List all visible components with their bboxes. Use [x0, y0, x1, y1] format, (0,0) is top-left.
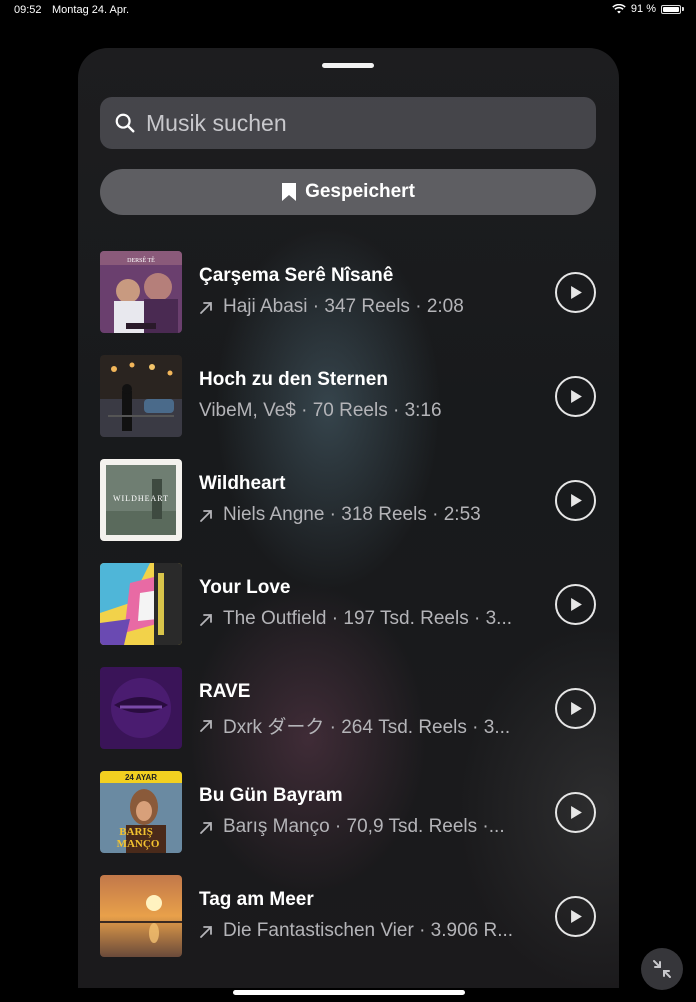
- track-meta-text: Niels Angne · 318 Reels · 2:53: [223, 504, 481, 525]
- collapse-button[interactable]: [641, 948, 683, 990]
- status-time: 09:52: [14, 4, 42, 16]
- play-icon: [571, 598, 582, 611]
- collapse-icon: [653, 960, 671, 978]
- cover-text: BARIŞ: [119, 826, 153, 838]
- bookmark-icon: [282, 183, 297, 201]
- album-cover: WILDHEART: [100, 459, 182, 541]
- music-sheet: Gespeichert DERSÊ TÊ Çarşema Serê Nîsanê…: [78, 48, 619, 988]
- track-item[interactable]: WILDHEART Wildheart Niels Angne · 318 Re…: [100, 459, 596, 543]
- track-item[interactable]: Your Love The Outfield · 197 Tsd. Reels …: [100, 563, 596, 647]
- play-icon: [571, 910, 582, 923]
- track-meta: VibeM, Ve$ · 70 Reels · 3:16: [199, 400, 539, 422]
- trending-arrow-icon: [200, 509, 212, 522]
- album-cover: 24 AYAR BARIŞ MANÇO: [100, 771, 182, 853]
- track-item[interactable]: DERSÊ TÊ Çarşema Serê Nîsanê Haji Abasi …: [100, 251, 596, 335]
- battery-icon: [661, 4, 681, 14]
- trending-arrow-icon: [200, 821, 212, 834]
- search-input[interactable]: [146, 109, 596, 137]
- track-title: Hoch zu den Sternen: [199, 369, 388, 390]
- track-title: Your Love: [199, 577, 291, 598]
- album-cover: DERSÊ TÊ: [100, 251, 182, 333]
- album-cover: [100, 667, 182, 749]
- track-meta-text: Dxrk ダーク · 264 Tsd. Reels · 3...: [223, 717, 511, 738]
- trending-arrow-icon: [200, 613, 212, 626]
- play-icon: [571, 702, 582, 715]
- track-meta: Haji Abasi · 347 Reels · 2:08: [199, 296, 539, 318]
- track-meta: Niels Angne · 318 Reels · 2:53: [199, 504, 539, 526]
- track-meta-text: The Outfield · 197 Tsd. Reels · 3...: [223, 608, 513, 629]
- play-button[interactable]: [555, 584, 596, 625]
- battery-nub: [682, 7, 684, 11]
- play-button[interactable]: [555, 272, 596, 313]
- track-meta-text: Barış Manço · 70,9 Tsd. Reels ·...: [223, 816, 505, 837]
- play-icon: [571, 806, 582, 819]
- home-indicator[interactable]: [233, 990, 465, 995]
- track-meta: Die Fantastischen Vier · 3.906 R...: [199, 920, 539, 942]
- album-cover: [100, 563, 182, 645]
- track-item[interactable]: 24 AYAR BARIŞ MANÇO Bu Gün Bayram Barış …: [100, 771, 596, 855]
- status-bar: 09:52 Montag 24. Apr. 91 %: [0, 0, 696, 20]
- search-bar[interactable]: [100, 97, 596, 149]
- track-meta-text: Haji Abasi · 347 Reels · 2:08: [223, 296, 464, 317]
- saved-label: Gespeichert: [305, 181, 415, 202]
- play-icon: [571, 494, 582, 507]
- trending-arrow-icon: [200, 301, 212, 314]
- play-button[interactable]: [555, 688, 596, 729]
- cover-text: 24 AYAR: [125, 773, 157, 782]
- wifi-icon: [612, 4, 626, 14]
- track-meta: Barış Manço · 70,9 Tsd. Reels ·...: [199, 816, 539, 838]
- track-meta: Dxrk ダーク · 264 Tsd. Reels · 3...: [199, 712, 539, 739]
- track-item[interactable]: Tag am Meer Die Fantastischen Vier · 3.9…: [100, 875, 596, 959]
- saved-button[interactable]: Gespeichert: [100, 169, 596, 215]
- track-title: RAVE: [199, 681, 251, 702]
- cover-text: MANÇO: [117, 838, 160, 850]
- play-icon: [571, 286, 582, 299]
- play-button[interactable]: [555, 792, 596, 833]
- play-button[interactable]: [555, 376, 596, 417]
- battery-percent: 91 %: [630, 3, 656, 15]
- sheet-grabber[interactable]: [322, 63, 374, 68]
- track-item[interactable]: Hoch zu den Sternen VibeM, Ve$ · 70 Reel…: [100, 355, 596, 439]
- status-date: Montag 24. Apr.: [52, 4, 130, 16]
- track-meta: The Outfield · 197 Tsd. Reels · 3...: [199, 608, 539, 630]
- track-item[interactable]: RAVE Dxrk ダーク · 264 Tsd. Reels · 3...: [100, 667, 596, 751]
- trending-arrow-icon: [200, 925, 212, 938]
- cover-text: DERSÊ TÊ: [127, 256, 155, 264]
- album-cover: [100, 875, 182, 957]
- track-meta-text: VibeM, Ve$ · 70 Reels · 3:16: [199, 400, 442, 421]
- play-icon: [571, 390, 582, 403]
- status-right: 91 %: [612, 3, 684, 15]
- track-title: Wildheart: [199, 473, 286, 494]
- track-meta-text: Die Fantastischen Vier · 3.906 R...: [223, 920, 514, 941]
- trending-arrow-icon: [200, 720, 212, 732]
- track-title: Bu Gün Bayram: [199, 785, 343, 806]
- track-title: Çarşema Serê Nîsanê: [199, 265, 394, 286]
- cover-text: WILDHEART: [113, 494, 169, 503]
- play-button[interactable]: [555, 896, 596, 937]
- album-cover: [100, 355, 182, 437]
- search-icon: [115, 113, 135, 133]
- track-title: Tag am Meer: [199, 889, 314, 910]
- play-button[interactable]: [555, 480, 596, 521]
